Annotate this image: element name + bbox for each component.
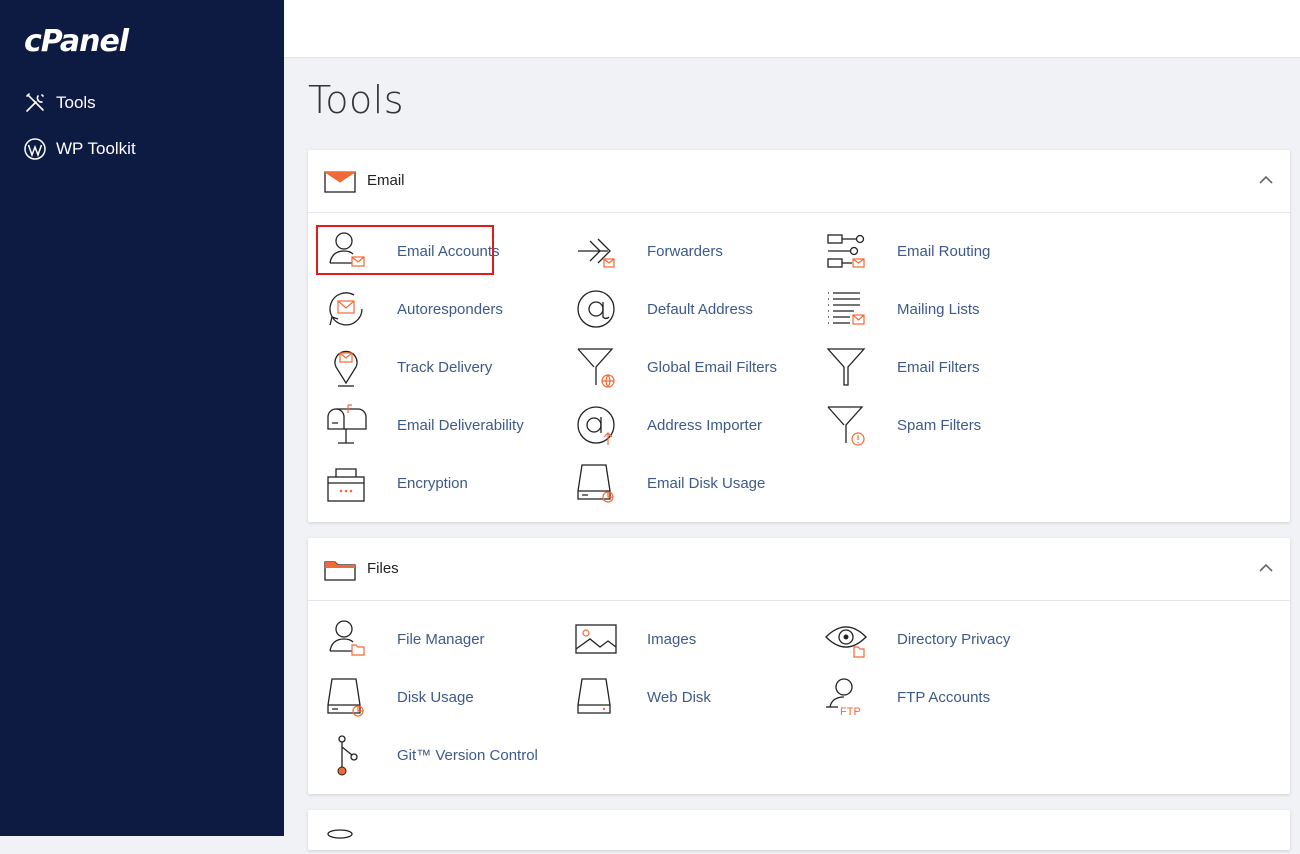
tool-label: Email Filters (897, 358, 980, 376)
page-title: Tools (308, 78, 405, 122)
tool-label: Default Address (647, 300, 753, 318)
databases-section (308, 810, 1290, 850)
envelope-icon (324, 171, 356, 193)
encryption-icon (327, 468, 365, 502)
tool-email-routing[interactable]: Email Routing (824, 229, 1064, 273)
global-email-filters-icon (577, 348, 615, 388)
tool-address-importer[interactable]: Address Importer (574, 403, 814, 447)
email-section-header[interactable]: Email (308, 150, 1290, 213)
forwarders-icon (578, 238, 615, 268)
database-icon (327, 829, 353, 839)
track-delivery-icon (334, 350, 358, 387)
sidebar-item-wp-toolkit[interactable]: WP Toolkit (24, 138, 136, 160)
directory-privacy-icon (825, 626, 867, 658)
email-accounts-icon (329, 232, 365, 267)
tool-email-accounts[interactable]: Email Accounts (324, 229, 564, 273)
sidebar-item-label: WP Toolkit (56, 139, 136, 158)
tool-autoresponders[interactable]: Autoresponders (324, 287, 564, 331)
wordpress-icon (24, 138, 46, 160)
email-filters-icon (826, 348, 866, 386)
chevron-up-icon[interactable] (1258, 174, 1274, 186)
tool-label: Track Delivery (397, 358, 493, 376)
email-deliverability-icon (327, 404, 367, 444)
tool-web-disk[interactable]: Web Disk (574, 675, 814, 719)
email-routing-icon (827, 234, 865, 268)
tool-label: Global Email Filters (647, 358, 778, 376)
tool-label: Email Disk Usage (647, 474, 766, 492)
tool-label: Mailing Lists (897, 300, 980, 318)
git-icon (337, 735, 358, 776)
disk-usage-icon (327, 678, 364, 717)
tool-label: Encryption (397, 474, 468, 492)
section-title: Files (367, 560, 399, 577)
web-disk-icon (577, 678, 611, 714)
email-section: Email Email Accounts Forwarders Email Ro… (308, 150, 1290, 522)
top-bar (284, 0, 1300, 58)
tool-email-deliverability[interactable]: Email Deliverability (324, 403, 564, 447)
files-section-header[interactable]: Files (308, 538, 1290, 601)
tool-mailing-lists[interactable]: Mailing Lists (824, 287, 1064, 331)
tool-images[interactable]: Images (574, 617, 814, 661)
tool-label: Images (647, 630, 697, 648)
tools-icon (26, 93, 44, 112)
email-disk-usage-icon (577, 464, 614, 503)
files-section: Files File Manager Images Directory Priv… (308, 538, 1290, 794)
tool-label: Email Routing (897, 242, 991, 260)
tool-git-version-control[interactable]: Git™ Version Control (324, 733, 564, 777)
tool-ftp-accounts[interactable]: FTP FTP Accounts (824, 675, 1064, 719)
file-manager-icon (329, 620, 365, 656)
tool-spam-filters[interactable]: Spam Filters (824, 403, 1064, 447)
tool-label: Spam Filters (897, 416, 982, 434)
chevron-up-icon[interactable] (1258, 562, 1274, 574)
tool-label: FTP Accounts (897, 688, 991, 706)
tool-label: Email Accounts (397, 242, 500, 260)
address-importer-icon (577, 406, 615, 445)
tool-label: Disk Usage (397, 688, 474, 706)
tool-global-email-filters[interactable]: Global Email Filters (574, 345, 814, 389)
sidebar: cPanel Tools WP Toolkit (0, 0, 284, 836)
tool-label: Git™ Version Control (397, 746, 538, 764)
images-icon (575, 624, 617, 654)
mailing-lists-icon (828, 292, 865, 325)
tool-file-manager[interactable]: File Manager (324, 617, 564, 661)
svg-text:FTP: FTP (840, 706, 861, 718)
ftp-accounts-icon: FTP (826, 678, 861, 718)
sidebar-item-label: Tools (56, 93, 96, 112)
tool-label: Web Disk (647, 688, 711, 706)
tool-label: Autoresponders (397, 300, 503, 318)
tool-label: Email Deliverability (397, 416, 524, 434)
tool-label: Forwarders (647, 242, 723, 260)
tool-email-disk-usage[interactable]: Email Disk Usage (574, 461, 814, 505)
tool-forwarders[interactable]: Forwarders (574, 229, 814, 273)
tool-label: File Manager (397, 630, 485, 648)
autoresponders-icon (329, 292, 363, 326)
tool-label: Directory Privacy (897, 630, 1011, 648)
tool-track-delivery[interactable]: Track Delivery (324, 345, 564, 389)
cpanel-logo[interactable]: cPanel (24, 24, 129, 59)
section-title: Email (367, 172, 405, 189)
tool-disk-usage[interactable]: Disk Usage (324, 675, 564, 719)
spam-filters-icon (827, 406, 865, 446)
sidebar-item-tools[interactable]: Tools (24, 92, 96, 114)
tool-email-filters[interactable]: Email Filters (824, 345, 1064, 389)
tool-encryption[interactable]: Encryption (324, 461, 564, 505)
default-address-icon (577, 290, 615, 328)
folder-icon (324, 561, 356, 581)
tool-directory-privacy[interactable]: Directory Privacy (824, 617, 1064, 661)
tool-default-address[interactable]: Default Address (574, 287, 814, 331)
tool-label: Address Importer (647, 416, 763, 434)
